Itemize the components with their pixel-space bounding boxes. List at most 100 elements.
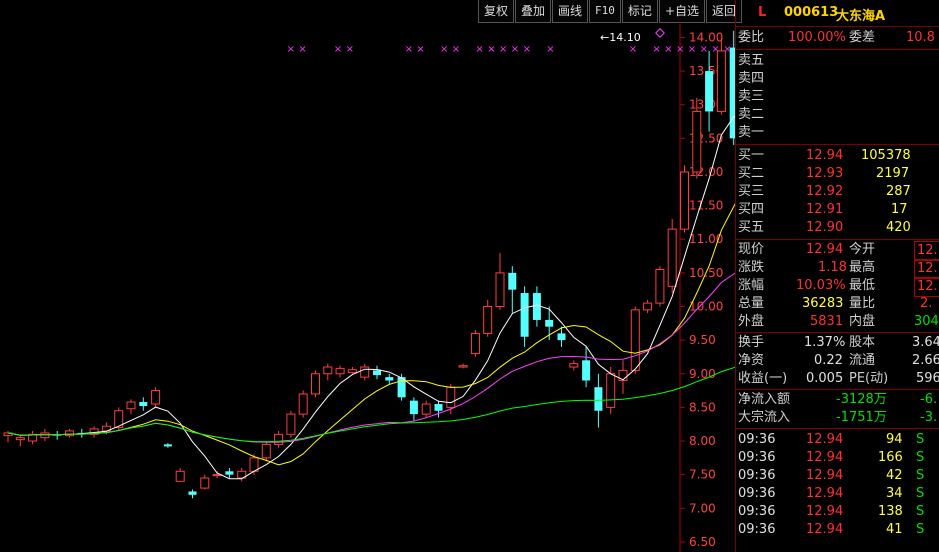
flow-label: 大宗流入 <box>738 410 791 425</box>
stat-row: 总量 36283 量比 2. <box>736 295 939 313</box>
signal-mark: × <box>487 44 495 55</box>
candle-body-up <box>680 171 689 230</box>
bid-volume: 105378 <box>861 148 911 163</box>
stat-value: 1.37% <box>804 335 846 350</box>
flow-value-2: -6. <box>920 392 938 407</box>
quote-header: L 000613 大东海A <box>736 0 939 27</box>
ask-label: 卖四 <box>738 71 765 86</box>
candle-body-down <box>373 370 381 376</box>
candle-body-up <box>323 366 333 375</box>
candle-body-up <box>65 430 74 437</box>
candle-body-down <box>225 471 234 475</box>
stat-label: 收益(一) <box>738 371 788 386</box>
stat-label: PE(动) <box>849 371 889 386</box>
candle-body-up <box>15 437 25 441</box>
bid-volume: 2197 <box>876 166 910 181</box>
signal-mark: × <box>334 44 342 55</box>
tick-row[interactable]: 09:36 12.94 94 S <box>736 431 939 449</box>
candle-body-up <box>126 401 136 410</box>
candle-body-up <box>606 373 616 408</box>
bid-row: 买四 12.91 17 <box>736 201 939 219</box>
tick-time: 09:36 <box>738 522 776 537</box>
tick-volume: 42 <box>886 468 903 483</box>
tick-row[interactable]: 09:36 12.94 42 S <box>736 467 939 485</box>
mark-button[interactable]: 标记 <box>621 0 658 23</box>
price-axis-label: 14.00 <box>689 30 723 44</box>
stat-value: 36283 <box>802 296 844 311</box>
tick-row[interactable]: 09:36 12.94 138 S <box>736 503 939 521</box>
tick-price: 12.94 <box>806 522 844 537</box>
bid-volume: 420 <box>886 220 911 235</box>
stat-row: 涨幅 10.03% 最低 12. <box>736 277 939 297</box>
add-watchlist-button[interactable]: +自选 <box>658 0 705 23</box>
candle-body-up <box>643 302 653 311</box>
stock-flag: L <box>758 5 767 20</box>
ask-row: 卖四 <box>736 70 939 88</box>
tick-row[interactable]: 09:36 12.94 34 S <box>736 485 939 503</box>
stat-label: 量比 <box>849 296 876 311</box>
bid-label: 买五 <box>738 220 765 235</box>
stat-label: 今开 <box>849 242 876 257</box>
candle-body-down <box>508 272 517 290</box>
tick-side: S <box>916 522 925 537</box>
capital-flow-block: 净流入额 -3128万 -6. 大宗流入 -1751万 -3. <box>736 390 939 429</box>
stock-name: 大东海A <box>836 9 886 24</box>
stat-label: 换手 <box>738 335 765 350</box>
candlestick-chart[interactable]: 14.0013.5013.0012.5012.0011.5011.0010.50… <box>0 24 735 552</box>
signal-mark: × <box>405 44 413 55</box>
buy-book: 买一 12.94 105378 买二 12.93 2197 买三 12.92 287 买四 1… <box>736 145 939 240</box>
bid-label: 买四 <box>738 202 765 217</box>
stat-label: 外盘 <box>738 314 765 329</box>
candle-body-up <box>151 390 161 405</box>
overlay-button[interactable]: 叠加 <box>515 0 552 23</box>
tick-row[interactable]: 09:36 12.94 166 S <box>736 449 939 467</box>
tick-price: 12.94 <box>806 468 844 483</box>
stat-label: 最高 <box>849 260 876 275</box>
bid-row: 买二 12.93 2197 <box>736 165 939 183</box>
f10-button[interactable]: F10 <box>589 0 621 23</box>
stat-value: 5831 <box>810 314 844 329</box>
tick-side: S <box>916 486 925 501</box>
stat-row: 现价 12.94 今开 12. <box>736 241 939 261</box>
candle-body-up <box>716 50 726 112</box>
stat-value: 3.64 <box>912 335 939 350</box>
price-axis-label: 6.50 <box>689 535 716 549</box>
ask-label: 卖一 <box>738 125 765 140</box>
signal-mark: × <box>452 44 460 55</box>
stat-value: 12. <box>914 277 939 297</box>
signal-mark: × <box>629 44 637 55</box>
price-axis-label: 11.50 <box>689 199 723 213</box>
tick-price: 12.94 <box>806 450 844 465</box>
stat-value: 304 <box>914 314 939 329</box>
quote-panel: L 000613 大东海A 委比 100.00% 委差 10.8 卖五 卖四 卖… <box>735 0 939 552</box>
candle-body-down <box>594 387 603 411</box>
candle-body-up <box>655 269 665 304</box>
candle-body-up <box>200 477 210 489</box>
signal-mark: × <box>416 44 424 55</box>
stat-value: 596 <box>916 371 939 386</box>
candle-body-up <box>40 432 50 439</box>
stat-label: 总量 <box>738 296 765 311</box>
ask-row: 卖二 <box>736 106 939 124</box>
ask-row: 卖三 <box>736 88 939 106</box>
tick-side: S <box>916 432 925 447</box>
bid-price: 12.92 <box>806 184 844 199</box>
stat-label: 涨幅 <box>738 278 765 293</box>
candle-body-up <box>630 309 640 371</box>
flow-label: 净流入额 <box>738 392 791 407</box>
candle-body-up <box>360 366 370 378</box>
tick-volume: 41 <box>886 522 903 537</box>
candle-body-down <box>557 333 566 341</box>
diamond-marker <box>655 28 665 38</box>
candle-body-up <box>335 367 345 375</box>
stat-value: 2. <box>920 296 933 311</box>
candle-body-up <box>175 470 185 482</box>
bid-row: 买一 12.94 105378 <box>736 147 939 165</box>
signal-mark: × <box>287 44 295 55</box>
signal-mark: × <box>499 44 507 55</box>
stat-row: 收益(一) 0.005 PE(动) 596 <box>736 370 939 388</box>
fuquan-button[interactable]: 复权 <box>478 0 515 23</box>
tick-row[interactable]: 09:36 12.94 41 S <box>736 521 939 539</box>
candle-body-up <box>347 369 357 373</box>
draw-line-button[interactable]: 画线 <box>552 0 589 23</box>
